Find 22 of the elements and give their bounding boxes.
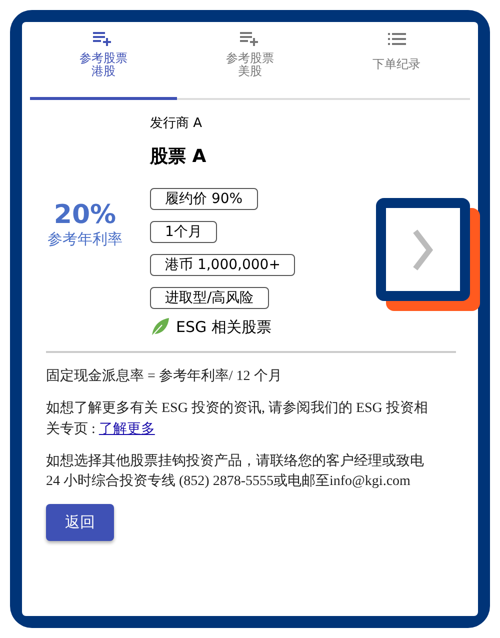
tag: 进取型/高风险 <box>150 287 269 309</box>
tab[interactable]: 参考股票港股 <box>30 22 177 100</box>
list-icon <box>386 32 407 46</box>
learn-more-link[interactable]: 了解更多 <box>98 422 155 437</box>
playlist-add-icon <box>93 32 114 46</box>
tag: 1个月 <box>150 221 217 243</box>
tag: 履约价 90% <box>150 188 258 210</box>
rate-label: 参考年利率 <box>48 230 122 249</box>
product-name: 股票 A <box>150 145 206 168</box>
esg-label: ESG 相关股票 <box>176 318 272 336</box>
issuer-name: 发行商 A <box>150 115 202 132</box>
rate-value: 20% <box>54 200 116 230</box>
chevron-right-icon <box>412 228 434 272</box>
playlist-add-icon <box>240 32 260 46</box>
esg-note: 如想了解更多有关 ESG 投资的资讯, 请参阅我们的 ESG 投资相关专页 : 了解更多 <box>46 399 429 439</box>
tab[interactable]: 参考股票美股 <box>176 22 324 100</box>
tab[interactable]: 下单纪录 <box>323 22 470 100</box>
back-button[interactable]: 返回 <box>46 504 114 542</box>
tag: 港币 1,000,000+ <box>150 254 296 276</box>
formula-text: 固定现金派息率 = 参考年利率/ 12 个月 <box>46 367 283 386</box>
contact-text: 如想选择其他股票挂钩投资产品，请联络您的客户经理或致电 24 小时综合投资专线 (852) 2878-5555或电邮至info@kgi.com <box>46 452 425 492</box>
leaf-icon <box>150 317 170 337</box>
